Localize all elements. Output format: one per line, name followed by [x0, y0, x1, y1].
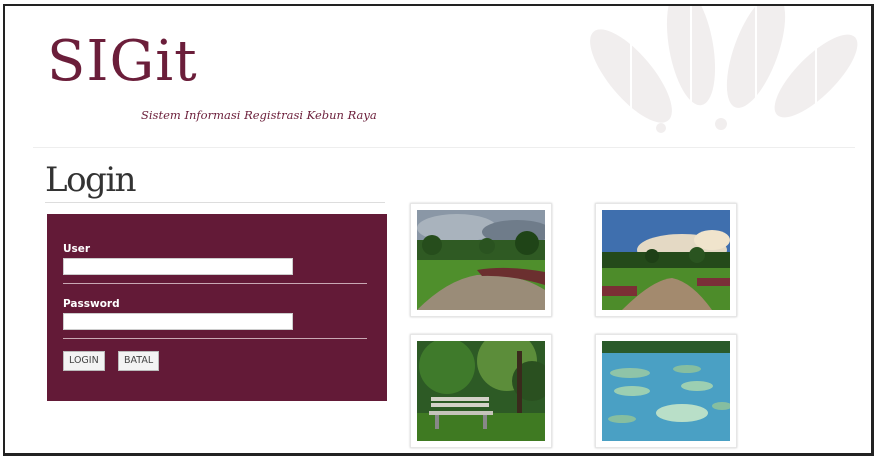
garden-lawn-sunset-image — [602, 210, 730, 310]
user-label: User — [63, 243, 91, 255]
page-title: Login — [45, 160, 137, 200]
water-lilies-pond-image — [602, 341, 730, 441]
login-panel: User Password LOGIN BATAL — [47, 214, 387, 401]
gallery-thumb[interactable] — [410, 334, 552, 448]
gallery-thumb[interactable] — [595, 203, 737, 317]
app-tagline: Sistem Informasi Registrasi Kebun Raya — [141, 108, 377, 122]
gallery-thumb[interactable] — [595, 334, 737, 448]
user-input[interactable] — [63, 258, 293, 275]
password-label: Password — [63, 298, 120, 310]
gallery-thumb[interactable] — [410, 203, 552, 317]
app-logo: SIGit — [47, 29, 198, 94]
login-button[interactable]: LOGIN — [63, 351, 105, 371]
leaf-decoration-icon — [590, 6, 858, 133]
garden-bench-image — [417, 341, 545, 441]
garden-path-cloudy-image — [417, 210, 545, 310]
page-frame: SIGit Sistem Informasi Registrasi Kebun … — [3, 4, 874, 456]
password-input[interactable] — [63, 313, 293, 330]
title-divider — [45, 202, 385, 203]
field-separator — [63, 338, 367, 339]
field-separator — [63, 283, 367, 284]
cancel-button[interactable]: BATAL — [118, 351, 160, 371]
header-divider — [33, 147, 855, 148]
